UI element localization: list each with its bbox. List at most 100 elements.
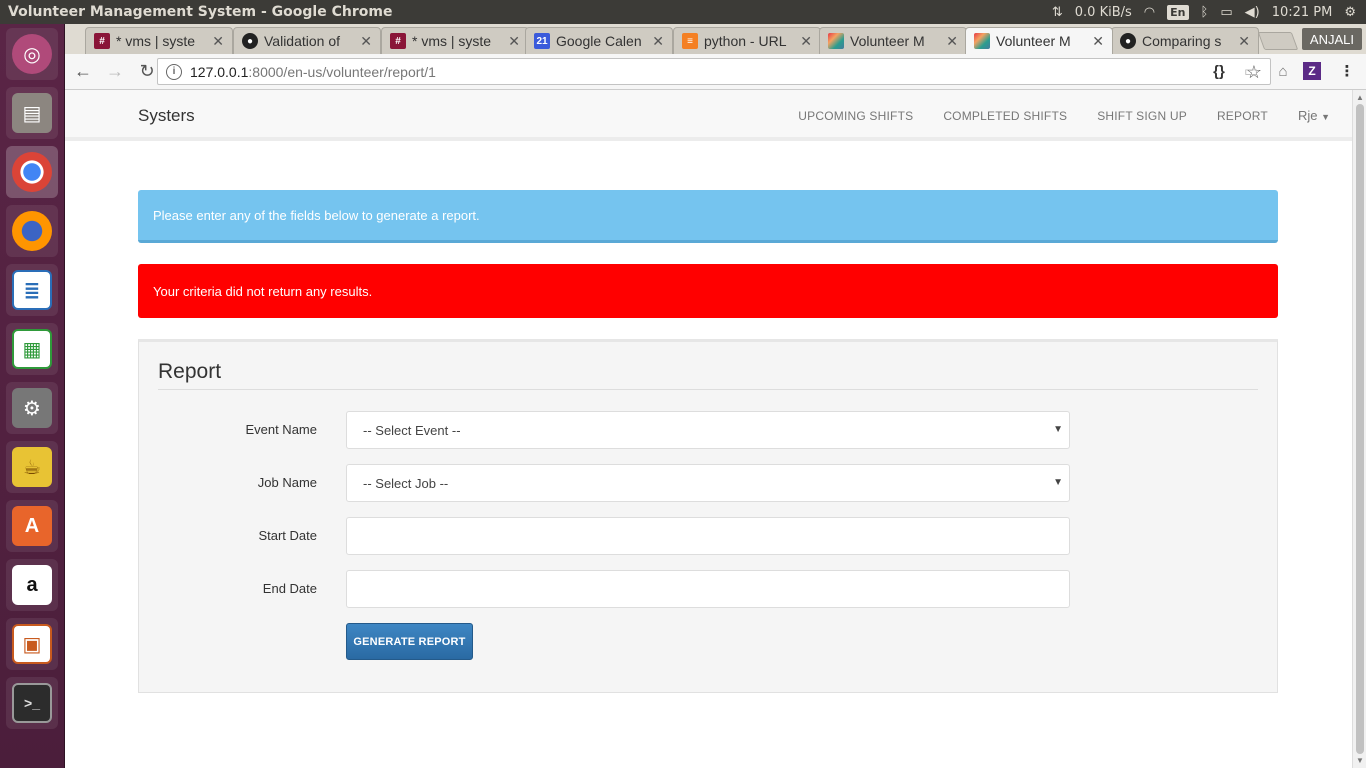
- close-icon[interactable]: ✕: [1092, 33, 1104, 50]
- shopping-bag-icon: A: [12, 506, 52, 546]
- launcher-dash[interactable]: ◎: [6, 28, 58, 80]
- info-alert: Please enter any of the fields below to …: [138, 190, 1278, 243]
- z-extension-icon[interactable]: Z: [1303, 62, 1321, 80]
- launcher-writer[interactable]: ≣: [6, 264, 58, 316]
- extension-icon[interactable]: ▭: [1239, 59, 1263, 83]
- error-alert: Your criteria did not return any results…: [138, 264, 1278, 318]
- event-name-label: Event Name: [245, 422, 317, 437]
- start-date-label: Start Date: [258, 528, 317, 543]
- close-icon[interactable]: ✕: [360, 33, 372, 50]
- battery-icon[interactable]: ▭: [1220, 5, 1232, 20]
- divider: [158, 389, 1258, 390]
- end-date-input[interactable]: [346, 570, 1070, 608]
- browser-tab[interactable]: ● Comparing s ✕: [1111, 27, 1259, 54]
- chrome-icon: [12, 152, 52, 192]
- gear-icon[interactable]: ⚙: [1344, 5, 1356, 20]
- chrome-window: # * vms | syste ✕ ● Validation of ✕ # * …: [65, 24, 1366, 768]
- calc-spreadsheet-icon: ▦: [12, 329, 52, 369]
- clock[interactable]: 10:21 PM: [1272, 5, 1333, 20]
- close-icon[interactable]: ✕: [508, 33, 520, 50]
- event-select[interactable]: -- Select Event -- ▼: [346, 411, 1070, 449]
- launcher-amazon[interactable]: a: [6, 559, 58, 611]
- launcher-firefox[interactable]: [6, 205, 58, 257]
- caret-down-icon: ▼: [1321, 112, 1330, 122]
- teapot-icon: ☕: [12, 447, 52, 487]
- address-bar[interactable]: i 127.0.0.1:8000/en-us/volunteer/report/…: [157, 58, 1271, 85]
- browser-tab[interactable]: 21 Google Calen ✕: [525, 27, 673, 54]
- menu-kebab-icon[interactable]: ⋮: [1335, 59, 1359, 83]
- info-icon[interactable]: i: [166, 63, 182, 80]
- nav-completed-shifts[interactable]: COMPLETED SHIFTS: [943, 109, 1067, 123]
- report-form-panel: Report Event Name -- Select Event -- ▼ J…: [138, 339, 1278, 693]
- page-viewport: Systers UPCOMING SHIFTS COMPLETED SHIFTS…: [65, 90, 1352, 768]
- window-title: Volunteer Management System - Google Chr…: [8, 4, 393, 20]
- caret-down-icon: ▼: [1053, 477, 1063, 488]
- close-icon[interactable]: ✕: [1238, 33, 1250, 50]
- start-date-input[interactable]: [346, 517, 1070, 555]
- url-host: 127.0.0.1: [190, 63, 249, 80]
- user-menu-dropdown[interactable]: Rje ▼: [1298, 108, 1330, 123]
- browser-toolbar: ← → ↻ i 127.0.0.1:8000/en-us/volunteer/r…: [65, 54, 1366, 90]
- brand-link[interactable]: Systers: [138, 106, 195, 126]
- close-icon[interactable]: ✕: [212, 33, 224, 50]
- new-tab-button[interactable]: [1257, 32, 1299, 50]
- launcher-software-center[interactable]: A: [6, 500, 58, 552]
- firefox-icon: [12, 211, 52, 251]
- browser-tab[interactable]: Volunteer M ✕: [819, 27, 967, 54]
- browser-tab-active[interactable]: Volunteer M ✕: [965, 27, 1113, 54]
- launcher-terminal[interactable]: >_: [6, 677, 58, 729]
- volume-icon[interactable]: ◀): [1245, 5, 1260, 20]
- calendar-icon: 21: [534, 33, 550, 49]
- browser-tab[interactable]: ≡ python - URL ✕: [673, 27, 821, 54]
- stackoverflow-icon: ≡: [682, 33, 698, 49]
- job-name-label: Job Name: [257, 475, 317, 490]
- scroll-down-arrow-icon[interactable]: ▼: [1356, 756, 1364, 765]
- wifi-icon[interactable]: ◠: [1144, 5, 1155, 20]
- profile-button[interactable]: ANJALI: [1301, 28, 1362, 50]
- job-select[interactable]: -- Select Job -- ▼: [346, 464, 1070, 502]
- job-select-value: -- Select Job --: [363, 475, 449, 491]
- network-speed: 0.0 KiB/s: [1074, 4, 1132, 20]
- systers-icon: [974, 33, 990, 49]
- browser-tab[interactable]: ● Validation of ✕: [233, 27, 381, 54]
- nav-upcoming-shifts[interactable]: UPCOMING SHIFTS: [798, 109, 913, 123]
- github-icon: ●: [242, 33, 258, 49]
- system-settings-icon: ⚙: [12, 388, 52, 428]
- json-formatter-icon[interactable]: {}: [1207, 59, 1231, 83]
- browser-tab[interactable]: # * vms | syste ✕: [85, 27, 233, 54]
- url-path: :8000/en-us/volunteer/report/1: [248, 63, 436, 80]
- github-icon: ●: [1120, 33, 1136, 49]
- systers-icon: [828, 33, 844, 49]
- launcher-teapot[interactable]: ☕: [6, 441, 58, 493]
- browser-tab[interactable]: # * vms | syste ✕: [381, 27, 529, 54]
- close-icon[interactable]: ✕: [800, 33, 812, 50]
- launcher-chrome[interactable]: [6, 146, 58, 198]
- close-icon[interactable]: ✕: [652, 33, 664, 50]
- site-navbar: Systers UPCOMING SHIFTS COMPLETED SHIFTS…: [65, 90, 1352, 141]
- close-icon[interactable]: ✕: [946, 33, 958, 50]
- bluetooth-icon[interactable]: ᛒ: [1201, 5, 1209, 20]
- writer-document-icon: ≣: [12, 270, 52, 310]
- network-transfer-icon[interactable]: ⇅: [1052, 5, 1063, 20]
- launcher-calc[interactable]: ▦: [6, 323, 58, 375]
- page-scrollbar[interactable]: ▲ ▼: [1352, 90, 1366, 768]
- scroll-up-arrow-icon[interactable]: ▲: [1356, 93, 1364, 102]
- keyboard-layout[interactable]: En: [1167, 4, 1189, 20]
- nav-shift-sign-up[interactable]: SHIFT SIGN UP: [1097, 109, 1187, 123]
- launcher-settings[interactable]: ⚙: [6, 382, 58, 434]
- nav-report[interactable]: REPORT: [1217, 109, 1268, 123]
- launcher-files[interactable]: ▤: [6, 87, 58, 139]
- caret-down-icon: ▼: [1053, 424, 1063, 435]
- ubuntu-icon: ◎: [12, 34, 52, 74]
- event-select-value: -- Select Event --: [363, 422, 461, 438]
- amazon-icon: a: [12, 565, 52, 605]
- report-title: Report: [158, 360, 222, 383]
- generate-report-button[interactable]: GENERATE REPORT: [346, 623, 473, 660]
- scrollbar-thumb[interactable]: [1356, 104, 1364, 754]
- back-arrow-icon[interactable]: ←: [69, 58, 97, 86]
- inbox-extension-icon[interactable]: ⌂: [1271, 59, 1295, 83]
- file-cabinet-icon: ▤: [12, 93, 52, 133]
- user-name: Rje: [1297, 108, 1318, 123]
- launcher-impress[interactable]: ▣: [6, 618, 58, 670]
- forward-arrow-icon[interactable]: →: [101, 58, 129, 86]
